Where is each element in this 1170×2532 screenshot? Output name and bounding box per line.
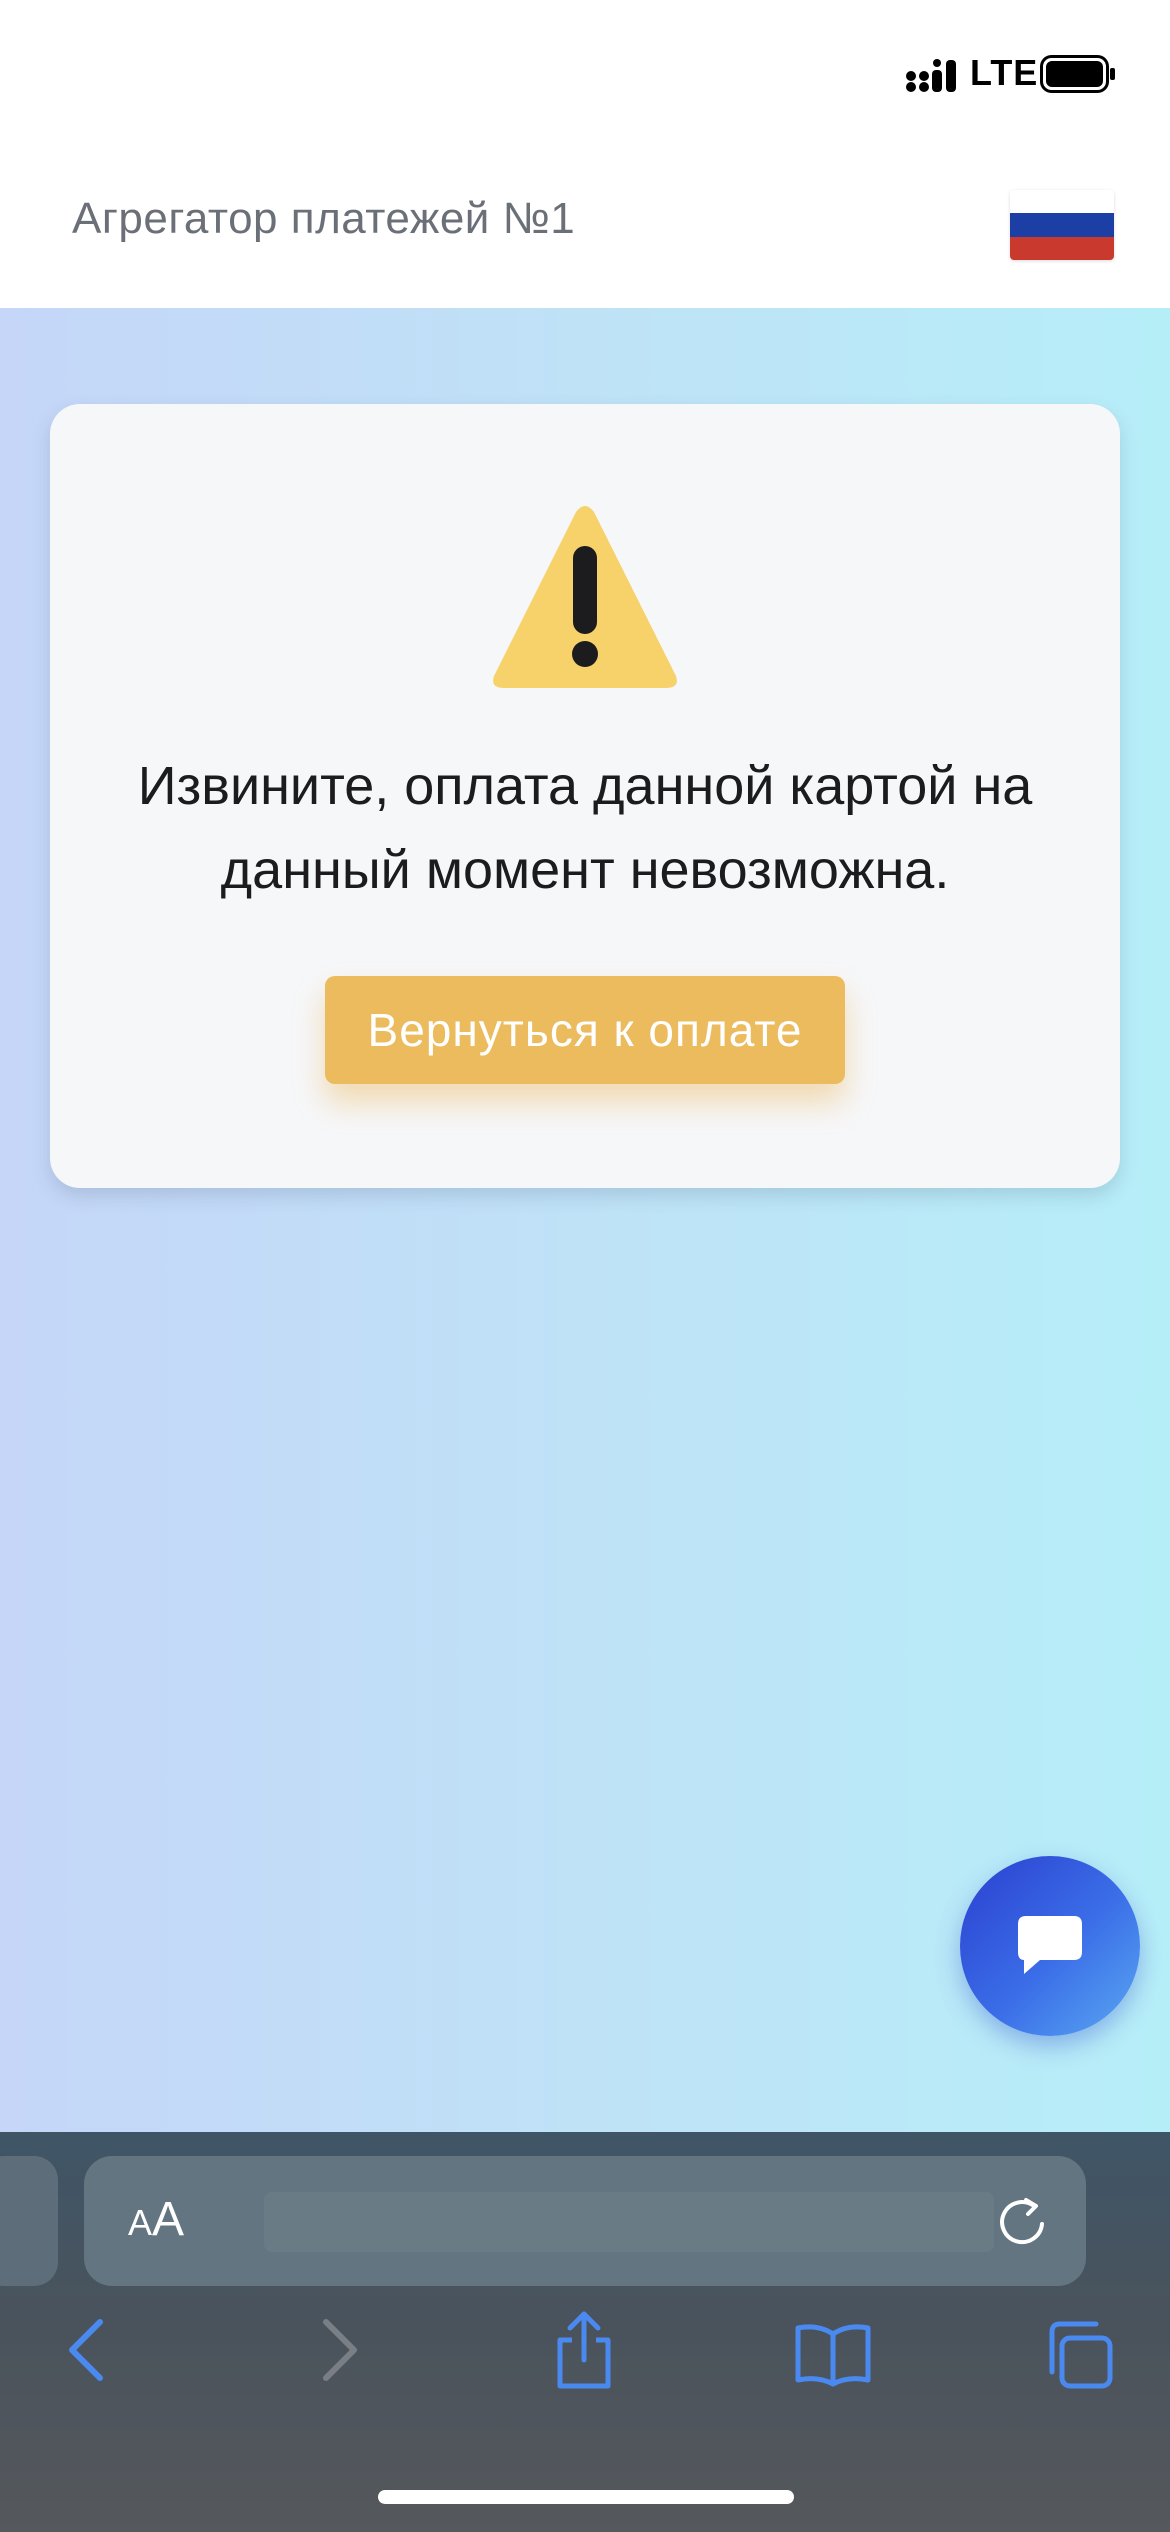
bookmarks-icon[interactable] [794, 2322, 872, 2388]
status-bar: LTE [0, 0, 1170, 150]
russia-flag-icon[interactable] [1010, 190, 1114, 260]
error-message-line-2: данный момент невозможна. [220, 840, 950, 900]
return-to-payment-button[interactable]: Вернуться к оплате [325, 976, 845, 1084]
forward-icon[interactable] [318, 2318, 362, 2382]
back-icon[interactable] [64, 2318, 108, 2382]
signal-icon [906, 59, 956, 92]
home-indicator[interactable] [378, 2490, 794, 2504]
previous-tab-preview[interactable] [0, 2156, 58, 2286]
browser-toolbar: AA [0, 2132, 1170, 2532]
chat-button[interactable] [960, 1856, 1140, 2036]
error-card: Извините, оплата данной картой на данный… [50, 404, 1120, 1188]
battery-icon [1040, 55, 1115, 93]
error-message-line-1: Извините, оплата данной картой на [137, 756, 1033, 816]
page-content: Извините, оплата данной картой на данный… [0, 308, 1170, 2132]
error-message: Извините, оплата данной картой на данный… [110, 744, 1060, 912]
text-size-button[interactable]: AA [128, 2192, 184, 2247]
network-type: LTE [970, 52, 1039, 93]
share-icon[interactable] [552, 2310, 616, 2390]
tabs-icon[interactable] [1044, 2320, 1114, 2390]
site-title[interactable]: Агрегатор платежей №1 [72, 194, 575, 244]
url-field[interactable] [264, 2192, 994, 2252]
text-size-small-a: A [128, 2202, 153, 2243]
chat-bubble-icon [1018, 1916, 1082, 1974]
site-header: Агрегатор платежей №1 [0, 150, 1170, 308]
address-bar[interactable]: AA [84, 2156, 1086, 2286]
reload-icon[interactable] [994, 2194, 1050, 2250]
text-size-big-a: A [152, 2193, 185, 2246]
warning-icon [493, 506, 677, 688]
